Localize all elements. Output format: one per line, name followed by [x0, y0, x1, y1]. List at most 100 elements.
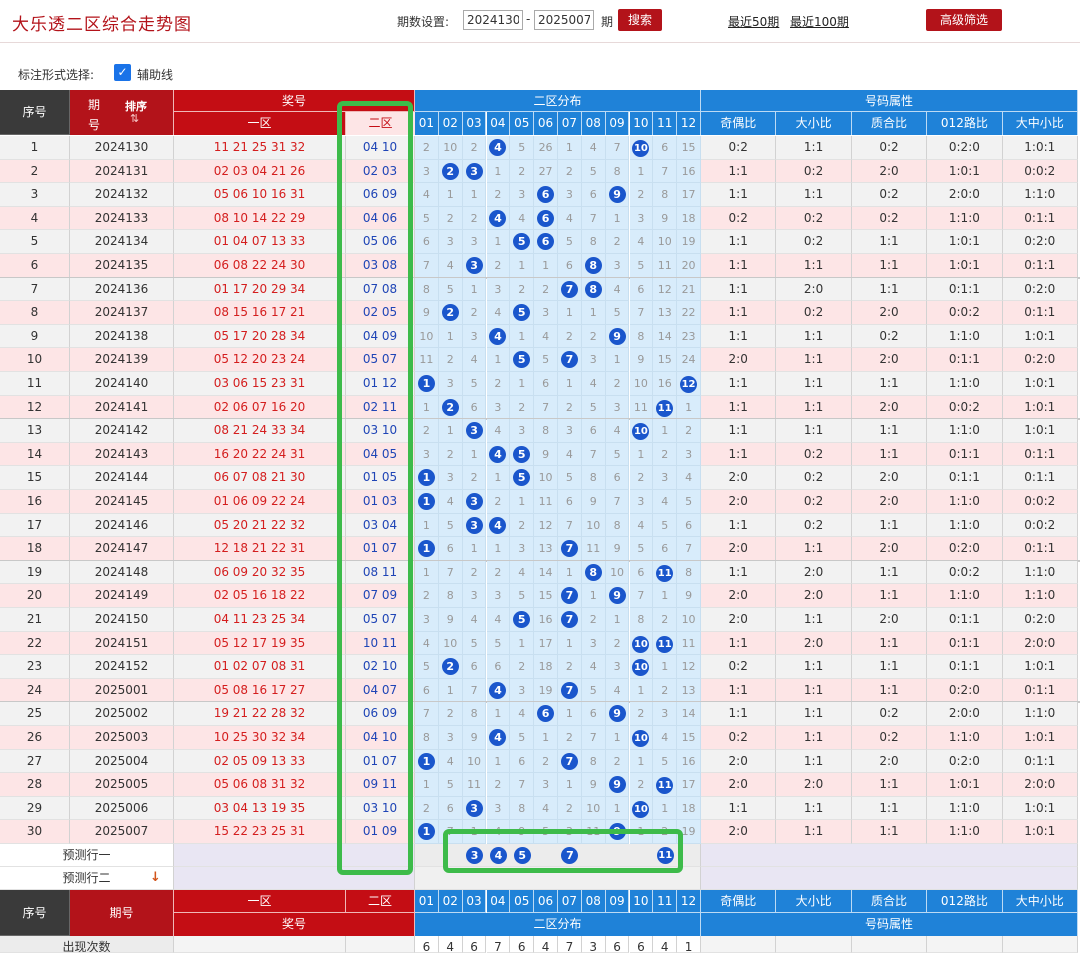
miss-count: 3 [518, 424, 526, 438]
dist-cell: 3 [558, 419, 582, 443]
miss-count: 9 [685, 589, 693, 603]
row-issue: 2024147 [70, 537, 174, 561]
miss-count: 2 [494, 188, 502, 202]
dist-cell: 2 [629, 466, 654, 490]
dist-cell: 3 [581, 348, 606, 372]
sort-arrows-icon[interactable]: ⇅ [130, 112, 139, 125]
row-attr: 1:1:0 [927, 372, 1003, 396]
header-attr-col-1: 大小比 [776, 112, 852, 135]
dist-cell: 17 [534, 631, 558, 656]
row-front-numbers: 01 17 20 29 34 [174, 277, 346, 302]
miss-count: 5 [518, 589, 526, 603]
dist-cell: 4 [510, 702, 535, 726]
recent-50-link[interactable]: 最近50期 [728, 13, 779, 30]
dist-cell: 6 [510, 749, 535, 774]
advanced-filter-button[interactable]: 高级筛选 [926, 9, 1002, 31]
period-label: 期数设置: [397, 15, 450, 29]
footer-attr-col-1: 大小比 [776, 890, 852, 913]
dist-cell: 12 [653, 277, 678, 302]
dist-cell: 1 [486, 159, 511, 184]
dist-cell: 3 [462, 513, 487, 538]
dist-cell: 5 [629, 537, 654, 561]
miss-count: 4 [661, 495, 669, 508]
row-attr: 1:1:0 [927, 490, 1003, 514]
dist-cell: 6 [605, 466, 630, 490]
miss-count: 5 [542, 353, 550, 367]
period-end-input[interactable] [534, 10, 594, 30]
miss-count: 23 [681, 329, 696, 343]
dist-cell: 10 [629, 796, 654, 821]
footer-num-07: 07 [558, 890, 582, 913]
miss-count: 1 [518, 259, 526, 272]
row-front-numbers: 08 15 16 17 21 [174, 301, 346, 325]
row-attr: 0:1:1 [1002, 466, 1078, 490]
dist-cell: 4 [581, 136, 606, 160]
row-attr: 1:1 [701, 395, 777, 420]
dist-cell: 15 [653, 348, 678, 372]
miss-count: 2 [494, 259, 502, 272]
dist-cell: 3 [605, 655, 630, 679]
count-value: 4 [534, 936, 558, 953]
row-front-numbers: 10 25 30 32 34 [174, 726, 346, 750]
hit-ball: 8 [584, 563, 602, 581]
row-front-numbers: 08 10 14 22 29 [174, 206, 346, 231]
period-start-input[interactable] [463, 10, 523, 30]
miss-count: 13 [657, 306, 672, 320]
miss-count: 7 [422, 259, 430, 272]
dist-cell: 1 [558, 136, 582, 160]
dist-cell: 1 [558, 560, 582, 585]
count-attr [1002, 936, 1078, 953]
period-dash: - [526, 12, 531, 26]
dist-cell: 3 [438, 466, 463, 490]
dist-cell: 4 [581, 372, 606, 396]
dist-cell: 10 [629, 631, 654, 656]
miss-count: 3 [589, 353, 597, 367]
row-issue: 2024146 [70, 513, 174, 538]
row-attr: 2:0:0 [927, 702, 1003, 726]
dist-cell: 1 [653, 796, 678, 821]
row-attr: 1:1 [776, 395, 852, 420]
header-issue[interactable]: 期号排序 ⇅ [70, 90, 174, 135]
miss-count: 5 [661, 754, 669, 768]
dist-cell: 2 [415, 796, 439, 821]
hit-ball: 2 [441, 398, 459, 416]
miss-count: 3 [470, 235, 478, 249]
dist-cell: 18 [677, 206, 701, 231]
miss-count: 11 [681, 636, 696, 650]
arrow-down-icon[interactable]: ↓ [150, 867, 161, 889]
hit-ball: 1 [417, 752, 435, 770]
search-button[interactable]: 搜索 [618, 9, 662, 31]
hit-ball: 10 [632, 730, 650, 747]
row-attr: 1:1 [851, 820, 928, 844]
dist-cell: 20 [677, 254, 701, 278]
header-num-06: 06 [534, 112, 558, 135]
miss-count: 7 [589, 731, 597, 744]
miss-count: 6 [494, 660, 502, 674]
dist-cell: 7 [653, 159, 678, 184]
row-front-numbers: 16 20 22 24 31 [174, 442, 346, 467]
dist-cell: 4 [605, 419, 630, 443]
dist-cell: 8 [581, 749, 606, 774]
row-attr: 2:0 [776, 277, 852, 302]
hit-ball: 8 [584, 257, 602, 274]
miss-count: 6 [589, 188, 597, 202]
dist-cell: 1 [677, 395, 701, 420]
recent-100-link[interactable]: 最近100期 [790, 13, 849, 30]
dist-cell: 8 [581, 230, 606, 254]
dist-cell: 13 [653, 301, 678, 325]
hit-ball: 10 [632, 140, 650, 157]
row-front-numbers: 05 17 20 28 34 [174, 324, 346, 349]
row-seq: 4 [0, 206, 70, 231]
guide-line-checkbox[interactable]: ✓ [114, 64, 131, 81]
miss-count: 3 [613, 660, 621, 674]
miss-count: 3 [685, 447, 693, 461]
hit-ball: 5 [513, 233, 531, 251]
dist-cell: 10 [438, 631, 463, 656]
miss-count: 4 [518, 211, 526, 225]
zone2-highlight-box [337, 101, 413, 875]
dist-cell: 5 [581, 159, 606, 184]
miss-count: 10 [681, 613, 696, 626]
row-front-numbers: 01 04 07 13 33 [174, 230, 346, 254]
row-issue: 2024130 [70, 136, 174, 160]
dist-cell: 2 [581, 324, 606, 349]
